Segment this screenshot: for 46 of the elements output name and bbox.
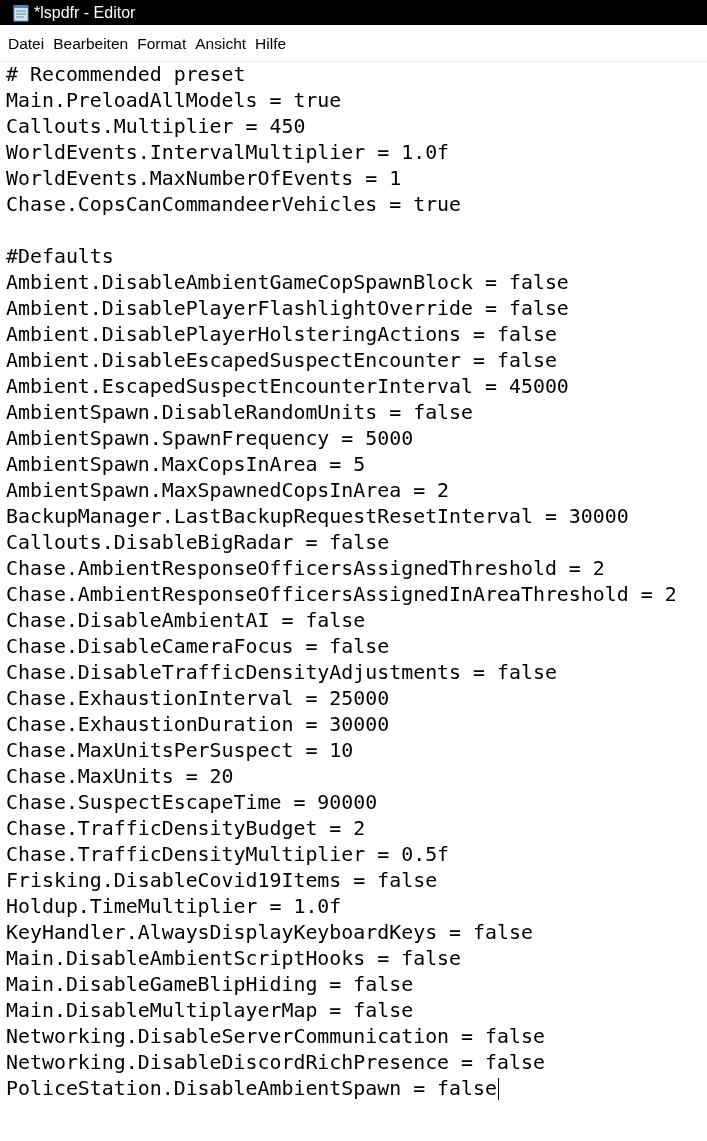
code-line: Chase.MaxUnitsPerSuspect = 10 — [6, 738, 354, 764]
code-line: Networking.DisableDiscordRichPresence = false — [6, 1050, 545, 1076]
notepad-icon — [12, 3, 30, 22]
code-line: Chase.SuspectEscapeTime = 90000 — [6, 790, 378, 816]
code-line: # Recommended preset — [6, 62, 246, 88]
code-line: Ambient.DisablePlayerHolsteringActions = false — [6, 322, 557, 348]
code-line: BackupManager.LastBackupRequestResetInterval = 30000 — [6, 504, 629, 530]
menu-item[interactable]: Format — [131, 33, 190, 53]
code-line: Main.DisableAmbientScriptHooks = false — [6, 946, 462, 972]
code-line: Chase.CopsCanCommandeerVehicles = true — [6, 192, 462, 218]
code-line: WorldEvents.IntervalMultiplier = 1.0f — [6, 140, 450, 166]
menu-item[interactable]: Ansicht — [189, 33, 250, 53]
code-line: AmbientSpawn.MaxCopsInArea = 5 — [6, 452, 366, 478]
code-line: Chase.AmbientResponseOfficersAssignedThreshold = 2 — [6, 556, 605, 582]
code-line: Chase.DisableAmbientAI = false — [6, 608, 366, 634]
code-line: Holdup.TimeMultiplier = 1.0f — [6, 894, 342, 920]
code-line: AmbientSpawn.MaxSpawnedCopsInArea = 2 — [6, 478, 450, 504]
code-line: Main.DisableGameBlipHiding = false — [6, 972, 414, 998]
code-line: Ambient.DisableEscapedSuspectEncounter = false — [6, 348, 557, 374]
code-line: Frisking.DisableCovid19Items = false — [6, 868, 438, 894]
code-line: Main.PreloadAllModels = true — [6, 88, 342, 114]
code-line: Main.DisableMultiplayerMap = false — [6, 998, 414, 1024]
menu-item[interactable]: Bearbeiten — [47, 33, 132, 53]
code-line: Chase.MaxUnits = 20 — [6, 764, 234, 790]
code-line: Networking.DisableServerCommunication = false — [6, 1024, 545, 1050]
code-line: Chase.DisableCameraFocus = false — [6, 634, 390, 660]
code-line: Chase.ExhaustionDuration = 30000 — [6, 712, 390, 738]
code-line: Ambient.EscapedSuspectEncounterInterval = 45000 — [6, 374, 569, 400]
code-line: AmbientSpawn.SpawnFrequency = 5000 — [6, 426, 414, 452]
code-line: Chase.TrafficDensityMultiplier = 0.5f — [6, 842, 450, 868]
code-line: Chase.TrafficDensityBudget = 2 — [6, 816, 366, 842]
code-line: Chase.AmbientResponseOfficersAssignedInAreaThreshold = 2 — [6, 582, 677, 608]
code-line: Chase.ExhaustionInterval = 25000 — [6, 686, 390, 712]
code-line: WorldEvents.MaxNumberOfEvents = 1 — [6, 166, 402, 192]
code-line: Callouts.Multiplier = 450 — [6, 114, 306, 140]
code-line: PoliceStation.DisableAmbientSpawn = false — [6, 1076, 497, 1102]
menu-item[interactable]: Hilfe — [249, 33, 290, 53]
code-line: KeyHandler.AlwaysDisplayKeyboardKeys = false — [6, 920, 533, 946]
code-line: #Defaults — [6, 244, 114, 270]
menu-item[interactable]: Datei — [2, 33, 48, 53]
code-line: Ambient.DisableAmbientGameCopSpawnBlock = false — [6, 270, 569, 296]
code-line: Chase.DisableTrafficDensityAdjustments = false — [6, 660, 557, 686]
code-line: Callouts.DisableBigRadar = false — [6, 530, 390, 556]
code-line: Ambient.DisablePlayerFlashlightOverride = false — [6, 296, 569, 322]
window-title: *lspdfr - Editor — [34, 3, 136, 22]
code-line: AmbientSpawn.DisableRandomUnits = false — [6, 400, 474, 426]
